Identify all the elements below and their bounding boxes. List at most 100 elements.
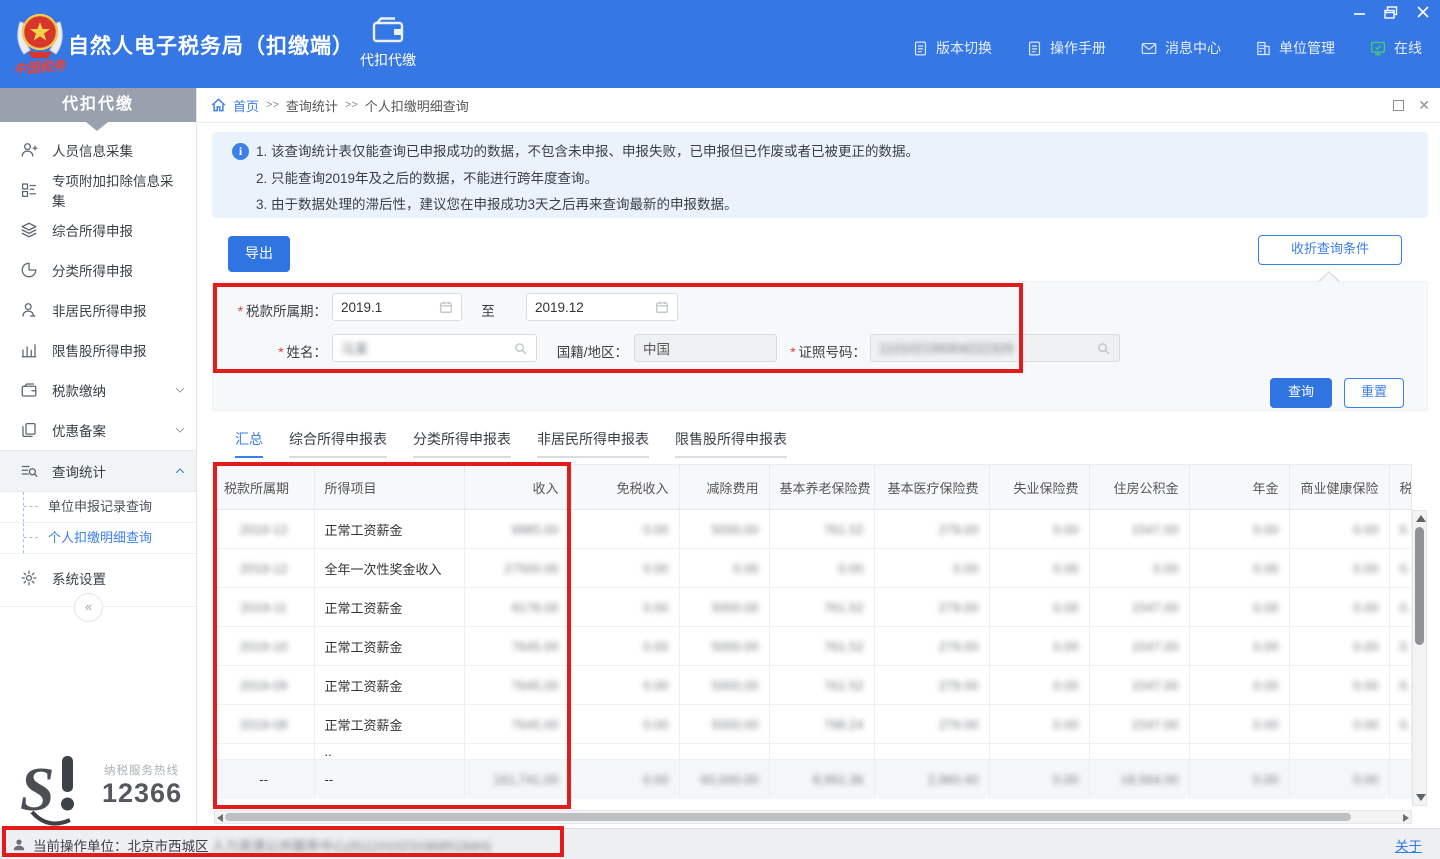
table-cell: 279.00 xyxy=(874,666,989,705)
sidebar-item-1[interactable]: 人员信息采集 xyxy=(0,130,196,170)
collapse-query-button[interactable]: 收折查询条件 xyxy=(1258,235,1402,265)
restore-icon[interactable] xyxy=(1382,4,1400,20)
id-number-input[interactable]: 110102199304222329 xyxy=(870,334,1120,362)
table-cell: 0. xyxy=(1389,588,1411,627)
breadcrumb-home-link[interactable]: 首页 xyxy=(233,96,259,115)
sidebar-item-settings[interactable]: 系统设置 xyxy=(0,558,196,598)
sidebar-item-6[interactable]: 限售股所得申报 xyxy=(0,330,196,370)
export-button[interactable]: 导出 xyxy=(228,236,290,272)
about-link[interactable]: 关于 xyxy=(1395,835,1422,855)
chevron-up-icon xyxy=(174,465,186,477)
column-header-4: 免税收入 xyxy=(569,465,679,510)
table-cell xyxy=(769,744,874,760)
panel-close-icon[interactable]: ✕ xyxy=(1418,98,1430,112)
status-bar: 当前操作单位：北京市西城区人力资源公共服务中心(9111010231968518… xyxy=(0,828,1440,859)
minimize-icon[interactable] xyxy=(1350,4,1368,20)
header-menu-item-3[interactable]: 消息中心 xyxy=(1140,38,1221,58)
sidebar-subitem-2[interactable]: 个人扣缴明细查询 xyxy=(0,523,196,554)
table-cell: 0.00 xyxy=(1089,549,1189,588)
table-cell: 279.00 xyxy=(874,510,989,549)
sidebar-item-8[interactable]: 优惠备案 xyxy=(0,410,196,450)
query-button[interactable]: 查询 xyxy=(1270,378,1332,408)
breadcrumb-item-1: 查询统计 xyxy=(286,96,338,115)
table-cell: 5000.00 xyxy=(679,666,769,705)
notice-line: 2. 只能查询2019年及之后的数据，不能进行跨年度查询。 xyxy=(256,169,598,189)
reset-button[interactable]: 重置 xyxy=(1344,378,1404,408)
envelope-icon xyxy=(1140,40,1158,57)
table-row: 2019-11正常工资薪金9178.000.005000.00761.52279… xyxy=(214,588,1411,627)
sidebar-subitem-1[interactable]: 单位申报记录查询 xyxy=(0,492,196,523)
sidebar-item-9[interactable]: 查询统计 xyxy=(0,450,196,492)
vertical-scrollbar[interactable] xyxy=(1412,510,1427,806)
nationality-label: 国籍/地区： xyxy=(542,341,628,361)
scroll-left-icon[interactable] xyxy=(217,814,223,822)
table-cell: 761.52 xyxy=(769,627,874,666)
panel-maximize-icon[interactable] xyxy=(1393,100,1404,111)
calendar-icon xyxy=(655,300,669,314)
close-icon[interactable] xyxy=(1414,4,1432,20)
current-unit: 当前操作单位：北京市西城区人力资源公共服务中心(9111010231968518… xyxy=(12,829,491,859)
table-cell: 0.00 xyxy=(1289,760,1389,799)
sidebar-collapse-row: « xyxy=(0,606,196,607)
person-add-icon xyxy=(20,141,38,159)
name-input[interactable]: 马某 xyxy=(332,334,537,362)
table-cell: 0.00 xyxy=(989,549,1089,588)
result-table: 税款所属期所得项目收入免税收入减除费用基本养老保险费基本医疗保险费失业保险费住房… xyxy=(214,464,1412,799)
table-cell: 2,960.40 xyxy=(874,760,989,799)
tab-4[interactable]: 非居民所得申报表 xyxy=(537,429,649,458)
header-menu-item-1[interactable]: 版本切换 xyxy=(912,38,992,58)
table-cell: 2019-12 xyxy=(214,510,314,549)
period-to-input[interactable]: 2019.12 xyxy=(526,293,678,321)
info-icon: i xyxy=(232,143,249,160)
sidebar-item-2[interactable]: 专项附加扣除信息采集 xyxy=(0,170,196,210)
notice-line: 3. 由于数据处理的滞后性，建议您在申报成功3天之后再来查询最新的申报数据。 xyxy=(256,195,738,215)
nationality-input: 中国 xyxy=(634,334,777,362)
checklist-icon xyxy=(20,181,38,199)
horizontal-scroll-thumb[interactable] xyxy=(225,813,1351,821)
hotline-label: 纳税服务热线 xyxy=(104,762,179,778)
scroll-right-icon[interactable] xyxy=(1403,814,1409,822)
tab-5[interactable]: 限售股所得申报表 xyxy=(675,429,787,458)
column-header-6: 基本养老保险费 xyxy=(769,465,874,510)
sidebar-item-7[interactable]: 税款缴纳 xyxy=(0,370,196,410)
document-icon xyxy=(912,40,929,57)
tab-3[interactable]: 分类所得申报表 xyxy=(413,429,511,458)
table-totals-row: ----161,741.000.0060,000.008,991.362,960… xyxy=(214,760,1411,799)
table-cell: 0.00 xyxy=(989,627,1089,666)
header-menu-item-4[interactable]: 单位管理 xyxy=(1255,38,1335,58)
horizontal-scrollbar[interactable] xyxy=(214,810,1412,824)
table-cell: 0.00 xyxy=(1189,549,1289,588)
sidebar-collapse-button[interactable]: « xyxy=(74,593,103,622)
table-row: 2019-12全年一次性奖金收入27500.000.000.000.000.00… xyxy=(214,549,1411,588)
table-cell: 279.00 xyxy=(874,588,989,627)
table-cell: 9178.00 xyxy=(464,588,569,627)
table-cell: 0.00 xyxy=(1189,627,1289,666)
column-header-5: 减除费用 xyxy=(679,465,769,510)
header-menu-item-5[interactable]: 在线 xyxy=(1369,38,1422,58)
person-icon xyxy=(20,301,38,319)
table-cell: 0.00 xyxy=(989,760,1089,799)
period-label: *税款所属期： xyxy=(215,300,327,320)
table-cell: 0.00 xyxy=(1289,588,1389,627)
vertical-scroll-thumb[interactable] xyxy=(1415,527,1424,645)
table-cell: .. xyxy=(314,744,464,760)
table-cell: 7645.00 xyxy=(464,627,569,666)
table-cell: 0.00 xyxy=(1189,760,1289,799)
table-cell: 2019-09 xyxy=(214,666,314,705)
tab-2[interactable]: 综合所得申报表 xyxy=(289,429,387,458)
scroll-down-icon[interactable] xyxy=(1416,794,1426,801)
sidebar-menu: 人员信息采集专项附加扣除信息采集综合所得申报分类所得申报非居民所得申报限售股所得… xyxy=(0,130,196,598)
current-unit-label: 当前操作单位： xyxy=(33,835,128,855)
wallet-icon xyxy=(345,16,431,44)
period-from-input[interactable]: 2019.1 xyxy=(332,293,462,321)
scroll-up-icon[interactable] xyxy=(1416,515,1426,522)
sidebar-item-5[interactable]: 非居民所得申报 xyxy=(0,290,196,330)
sidebar-item-4[interactable]: 分类所得申报 xyxy=(0,250,196,290)
app-title: 自然人电子税务局（扣缴端） xyxy=(68,30,354,60)
table-cell: 7645.00 xyxy=(464,705,569,744)
required-mark: * xyxy=(278,345,283,360)
tab-1[interactable]: 汇总 xyxy=(235,429,263,458)
header-menu-item-2[interactable]: 操作手册 xyxy=(1026,38,1106,58)
sidebar-item-3[interactable]: 综合所得申报 xyxy=(0,210,196,250)
header-tab-withholding[interactable]: 代扣代缴 xyxy=(345,16,431,70)
